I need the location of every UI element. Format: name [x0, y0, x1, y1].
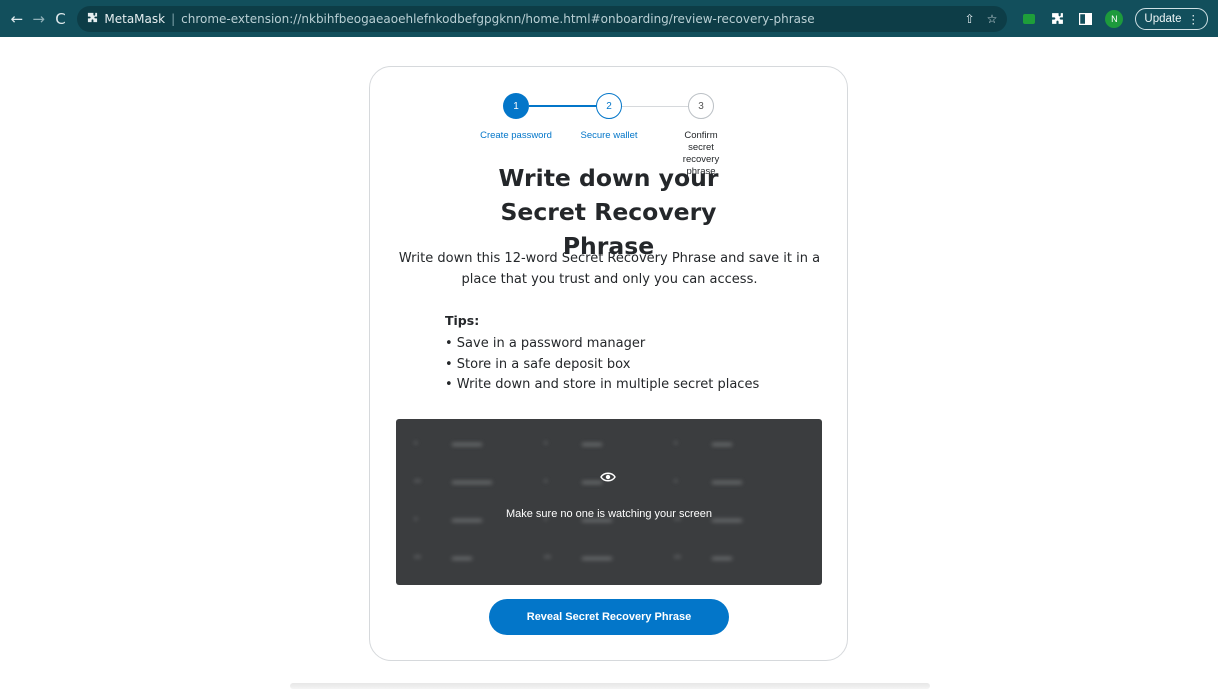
tips-title: Tips: — [445, 313, 480, 328]
site-name: MetaMask — [104, 11, 166, 26]
tip-item: • Store in a safe deposit box — [445, 356, 631, 372]
blurred-phrase-grid: ▪ ▬▬▬ ▪ ▬▬ ▪ ▬▬ ▪▪ ▬▬▬▬ ▪ ▬▬ ▪ ▬▬▬ ▪ ▬▬▬ ▪ ▬▬▬ ▪▪ ▬▬▬ ▪… — [414, 438, 742, 563]
tips-section: Tips: • Save in a password manager • Sto… — [445, 312, 825, 396]
step-1-label: Create password — [480, 130, 552, 141]
progress-stepper: 1 2 3 Create password Secure wallet Conf… — [370, 93, 847, 177]
update-button[interactable]: Update ⋮ — [1135, 7, 1208, 30]
tip-item: • Write down and store in multiple secre… — [445, 377, 760, 392]
page-subtitle: Write down this 12-word Secret Recovery … — [398, 251, 821, 287]
reload-icon[interactable]: C — [54, 8, 68, 30]
eye-icon — [600, 467, 616, 482]
step-3-indicator: 3 — [688, 93, 714, 119]
share-icon[interactable]: ⇧ — [965, 12, 975, 26]
tip-item: • Save in a password manager — [445, 336, 646, 351]
sidepanel-icon[interactable] — [1077, 11, 1093, 27]
reveal-phrase-button[interactable]: Reveal Secret Recovery Phrase — [489, 599, 729, 635]
arrow-left-icon[interactable]: ← — [10, 8, 24, 30]
onboarding-card: 1 2 3 Create password Secure wallet Conf… — [369, 66, 848, 661]
arrow-right-icon[interactable]: → — [32, 8, 46, 30]
privacy-warning: Make sure no one is watching your screen — [505, 508, 713, 520]
step-connector — [529, 105, 596, 107]
star-icon[interactable]: ☆ — [987, 12, 998, 26]
step-connector — [622, 105, 688, 107]
url-separator: | — [171, 11, 176, 26]
step-2-indicator: 2 — [596, 93, 622, 119]
metamask-fox-icon[interactable] — [1021, 11, 1037, 27]
avatar[interactable]: N — [1105, 9, 1124, 28]
step-2-label: Secure wallet — [580, 130, 638, 141]
browser-toolbar: ← → C MetaMask | chrome-extension://nkbi… — [0, 0, 1218, 37]
secret-phrase-blurred-box[interactable]: ▪ ▬▬▬ ▪ ▬▬ ▪ ▬▬ ▪▪ ▬▬▬▬ ▪ ▬▬ ▪ ▬▬▬ ▪ ▬▬▬ ▪ ▬▬▬ ▪▪ ▬▬▬ ▪… — [396, 419, 822, 585]
address-bar[interactable]: MetaMask | chrome-extension://nkbihfbeog… — [77, 5, 1008, 32]
kebab-menu-icon: ⋮ — [1187, 13, 1199, 26]
puzzle-icon — [87, 12, 98, 26]
page-footer-shadow — [290, 683, 930, 689]
step-1-indicator: 1 — [503, 93, 529, 119]
extensions-icon[interactable] — [1049, 11, 1065, 27]
url-text: chrome-extension://nkbihfbeogaeaoehlefnk… — [181, 11, 815, 26]
update-label: Update — [1144, 12, 1182, 25]
